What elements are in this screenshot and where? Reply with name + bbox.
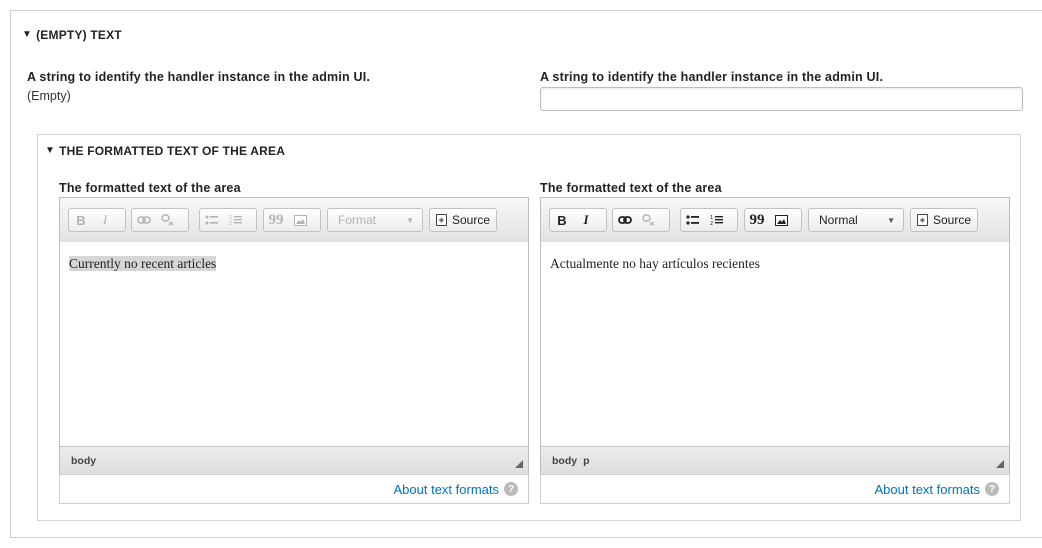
- list-group: 12: [199, 208, 257, 232]
- image-icon[interactable]: [288, 209, 312, 231]
- formatted-text-fieldset: ▼ THE FORMATTED TEXT OF THE AREA The for…: [37, 134, 1021, 521]
- editor-status-bar: body: [60, 446, 528, 474]
- editor-toolbar: B I: [541, 198, 1009, 243]
- source-icon: ◈: [436, 214, 447, 226]
- admin-label-input[interactable]: [540, 87, 1023, 111]
- editor-left: B I 1 2 99 Format ▼ ◈ Source Currently n…: [59, 197, 529, 505]
- svg-text:2: 2: [229, 221, 232, 226]
- list-group: 12: [680, 208, 738, 232]
- bold-button[interactable]: B: [69, 209, 93, 231]
- editor-frame: B I: [540, 197, 1010, 475]
- blockquote-icon[interactable]: 99: [745, 209, 769, 231]
- editor-toolbar: B I: [60, 198, 528, 243]
- help-icon[interactable]: ?: [504, 482, 518, 496]
- empty-text-legend[interactable]: ▼ (EMPTY) TEXT: [22, 28, 122, 42]
- source-button[interactable]: ◈ Source: [910, 208, 978, 232]
- chevron-down-icon: ▼: [887, 215, 895, 225]
- admin-label-right: A string to identify the handler instanc…: [540, 70, 884, 84]
- empty-text-fieldset: ▼ (EMPTY) TEXT A string to identify the …: [10, 10, 1042, 538]
- element-path-item[interactable]: p: [583, 455, 589, 467]
- element-path-item[interactable]: body: [552, 455, 577, 467]
- source-icon: ◈: [917, 214, 928, 226]
- editor-right: B I 1 2 99 Normal ▼ ◈ Source Actualmente…: [540, 197, 1010, 505]
- insert-group: 99: [263, 208, 321, 232]
- bold-button[interactable]: B: [550, 209, 574, 231]
- format-select-value: Format: [338, 213, 377, 227]
- chevron-down-icon: ▼: [406, 215, 414, 225]
- formatted-text-title: THE FORMATTED TEXT OF THE AREA: [59, 144, 286, 158]
- editor-content-text: Currently no recent articles: [69, 256, 217, 271]
- insert-group: 99: [744, 208, 802, 232]
- source-button-label: Source: [451, 213, 490, 227]
- collapse-icon: ▼: [45, 145, 56, 156]
- link-group: [131, 208, 189, 232]
- format-select[interactable]: Format ▼: [327, 208, 423, 232]
- editor-label-right: The formatted text of the area: [540, 181, 722, 195]
- editor-content-text: Actualmente no hay artículos recientes: [550, 256, 760, 271]
- format-select-value: Normal: [819, 213, 858, 227]
- italic-button[interactable]: I: [574, 209, 598, 231]
- resize-handle-icon[interactable]: [515, 460, 523, 468]
- source-button-label: Source: [932, 213, 971, 227]
- basic-styles-group: B I: [549, 208, 607, 232]
- editor-content[interactable]: Actualmente no hay artículos recientes: [541, 242, 1009, 445]
- element-path-item[interactable]: body: [71, 455, 96, 467]
- numbered-list-icon[interactable]: 12: [224, 209, 248, 231]
- admin-label-value: (Empty): [27, 89, 71, 103]
- editor-label-left: The formatted text of the area: [59, 181, 241, 195]
- empty-text-title: (EMPTY) TEXT: [36, 28, 122, 42]
- help-icon[interactable]: ?: [985, 482, 999, 496]
- formatted-text-legend[interactable]: ▼ THE FORMATTED TEXT OF THE AREA: [45, 144, 285, 158]
- admin-label-left: A string to identify the handler instanc…: [27, 70, 371, 84]
- editor-content[interactable]: Currently no recent articles: [60, 242, 528, 445]
- numbered-list-icon[interactable]: 12: [705, 209, 729, 231]
- italic-button[interactable]: I: [93, 209, 117, 231]
- collapse-icon: ▼: [22, 29, 33, 40]
- link-group: [612, 208, 670, 232]
- about-text-formats-link[interactable]: About text formats: [875, 482, 981, 497]
- format-select[interactable]: Normal ▼: [808, 208, 904, 232]
- link-icon[interactable]: [132, 209, 156, 231]
- bulleted-list-icon[interactable]: [200, 209, 224, 231]
- source-button[interactable]: ◈ Source: [429, 208, 497, 232]
- image-icon[interactable]: [769, 209, 793, 231]
- link-icon[interactable]: [613, 209, 637, 231]
- text-format-wrapper: About text formats ?: [59, 474, 529, 504]
- basic-styles-group: B I: [68, 208, 126, 232]
- text-format-wrapper: About text formats ?: [540, 474, 1010, 504]
- editor-frame: B I: [59, 197, 529, 475]
- resize-handle-icon[interactable]: [996, 460, 1004, 468]
- about-text-formats-link[interactable]: About text formats: [394, 482, 500, 497]
- unlink-icon[interactable]: [637, 209, 661, 231]
- bulleted-list-icon[interactable]: [681, 209, 705, 231]
- svg-text:2: 2: [710, 221, 713, 226]
- unlink-icon[interactable]: [156, 209, 180, 231]
- editor-status-bar: body p: [541, 446, 1009, 474]
- blockquote-icon[interactable]: 99: [264, 209, 288, 231]
